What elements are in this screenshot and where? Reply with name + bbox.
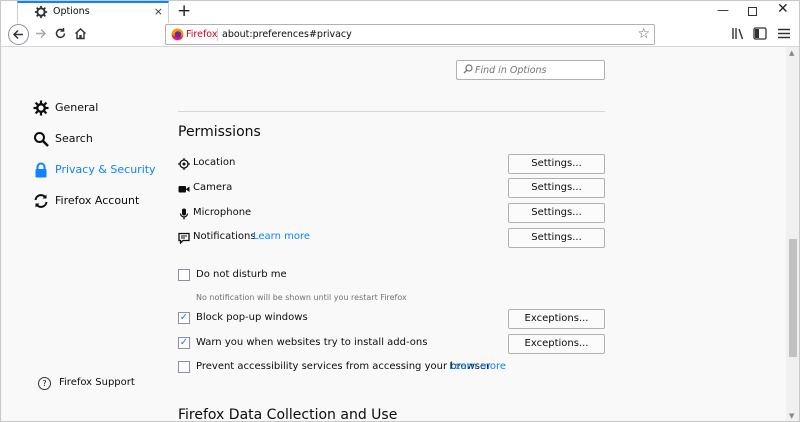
url-text[interactable]: about:preferences#privacy [222, 29, 352, 40]
permissions-heading: Permissions [178, 124, 261, 140]
microphone-icon [179, 208, 189, 220]
bookmark-star-icon[interactable]: ☆ [637, 26, 650, 42]
close-tab-icon[interactable]: × [154, 5, 163, 18]
tab-options[interactable]: Options × [17, 1, 169, 23]
permission-label: Camera [193, 182, 233, 193]
sidebar-item-label: Privacy & Security [55, 163, 156, 176]
firefox-logo-icon [171, 28, 184, 41]
vertical-scrollbar[interactable]: ▲ ▼ [786, 47, 799, 421]
lock-icon [35, 162, 47, 178]
permission-label: Notifications [193, 231, 256, 242]
hamburger-menu-icon[interactable] [777, 27, 791, 40]
preferences-content: General Search Privacy & Security Firefo… [1, 47, 786, 422]
library-icon[interactable] [731, 27, 745, 40]
sync-icon [34, 194, 48, 208]
camera-settings-button[interactable]: Settings... [508, 178, 605, 198]
data-collection-heading: Firefox Data Collection and Use [178, 407, 398, 422]
help-icon: ? [38, 377, 51, 390]
navigation-toolbar: Firefox about:preferences#privacy ☆ [1, 23, 799, 47]
popup-exceptions-button[interactable]: Exceptions... [508, 309, 605, 329]
do-not-disturb-checkbox[interactable] [178, 269, 190, 281]
support-label: Firefox Support [59, 377, 135, 388]
microphone-settings-button[interactable]: Settings... [508, 203, 605, 223]
minimize-button[interactable]: — [717, 3, 729, 17]
new-tab-button[interactable]: + [177, 1, 191, 21]
accessibility-label: Prevent accessibility services from acce… [196, 361, 491, 372]
camera-icon [178, 186, 190, 193]
accessibility-checkbox[interactable] [178, 361, 190, 373]
scroll-down-icon[interactable]: ▼ [789, 412, 794, 420]
back-button[interactable] [8, 24, 29, 45]
notifications-settings-button[interactable]: Settings... [508, 228, 605, 248]
url-bar[interactable]: Firefox about:preferences#privacy ☆ [165, 24, 655, 45]
tab-bar: Options × + — ✕ [1, 1, 799, 23]
block-popups-label: Block pop-up windows [196, 312, 308, 323]
notification-icon [178, 232, 190, 244]
search-icon [463, 64, 473, 74]
sidebar-item-label: Search [55, 132, 93, 145]
sidebar-item-label: Firefox Account [55, 194, 140, 207]
sidebar-item-label: General [55, 101, 99, 114]
maximize-button[interactable] [748, 7, 757, 16]
scrollbar-thumb[interactable] [789, 239, 797, 357]
do-not-disturb-label: Do not disturb me [196, 269, 287, 280]
close-window-button[interactable]: ✕ [777, 1, 789, 17]
tab-title: Options [53, 6, 90, 17]
scroll-up-icon[interactable]: ▲ [789, 49, 794, 57]
sidebar-toggle-icon[interactable] [753, 27, 767, 40]
addons-exceptions-button[interactable]: Exceptions... [508, 334, 605, 354]
section-divider [178, 111, 605, 112]
permission-label: Microphone [193, 207, 252, 218]
location-settings-button[interactable]: Settings... [508, 154, 605, 174]
search-icon [34, 132, 49, 147]
reload-icon[interactable] [54, 27, 67, 40]
arrow-left-icon [12, 29, 23, 40]
identity-label[interactable]: Firefox [186, 29, 217, 40]
forward-icon[interactable] [34, 27, 47, 40]
home-icon[interactable] [74, 27, 87, 40]
gear-icon [34, 5, 48, 19]
block-popups-checkbox[interactable]: ✓ [178, 312, 190, 324]
do-not-disturb-note: No notification will be shown until you … [196, 293, 407, 302]
notifications-learn-more-link[interactable]: Learn more [253, 231, 310, 242]
accessibility-learn-more-link[interactable]: Learn more [449, 361, 506, 372]
find-in-options[interactable] [456, 60, 605, 80]
warn-addons-checkbox[interactable]: ✓ [178, 337, 190, 349]
browser-window: Options × + — ✕ Firefox about:preference… [0, 0, 800, 422]
url-separator [217, 28, 218, 41]
location-icon [178, 158, 190, 170]
permission-label: Location [193, 157, 236, 168]
gear-icon [33, 100, 49, 116]
warn-addons-label: Warn you when websites try to install ad… [196, 337, 428, 348]
find-input[interactable] [475, 63, 601, 77]
